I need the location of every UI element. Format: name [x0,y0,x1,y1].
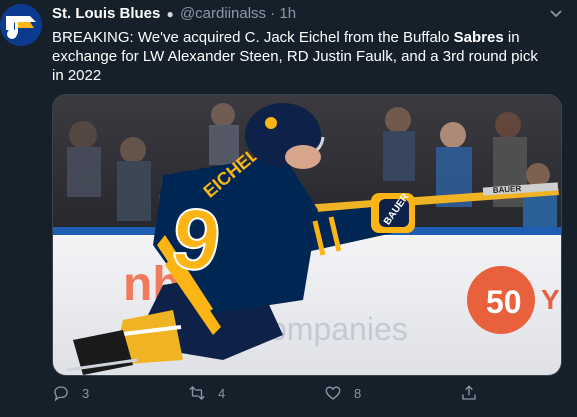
tweet-text-bold: Sabres [453,29,504,46]
board-badge-suffix: Y [541,284,560,315]
retweet-count: 4 [218,385,226,401]
retweet-button[interactable]: 4 [188,384,225,402]
heart-icon [325,386,341,400]
tweet-card[interactable]: St. Louis Blues ● @cardiinalss · 1h BREA… [0,0,577,417]
like-button[interactable]: 8 [324,384,361,402]
like-count: 8 [354,385,362,401]
avatar[interactable] [0,4,42,46]
display-name[interactable]: St. Louis Blues [52,5,160,22]
tweet-actions: 3 4 8 [52,384,560,406]
tweet-text-part: BREAKING: We've acquired C. Jack Eichel … [52,29,454,46]
tweet-media-image[interactable]: nhtown companies 50 Y BAUER [52,94,562,376]
timestamp[interactable]: 1h [279,5,296,22]
share-button[interactable] [460,384,490,402]
retweet-icon [189,386,205,400]
chevron-down-icon[interactable] [549,6,563,20]
separator: · [270,5,276,22]
handle[interactable]: @cardiinalss [180,5,266,22]
reply-count: 3 [82,385,90,401]
tweet-header: St. Louis Blues ● @cardiinalss · 1h [52,5,296,22]
tweet-text: BREAKING: We've acquired C. Jack Eichel … [52,28,552,85]
reply-button[interactable]: 3 [52,384,89,402]
share-icon [462,385,476,400]
blues-logo-icon [0,4,42,46]
reply-icon [54,386,68,402]
board-badge-text: 50 [486,284,522,320]
badge-icon: ● [166,7,174,21]
hockey-photo: nhtown companies 50 Y BAUER [53,95,561,375]
